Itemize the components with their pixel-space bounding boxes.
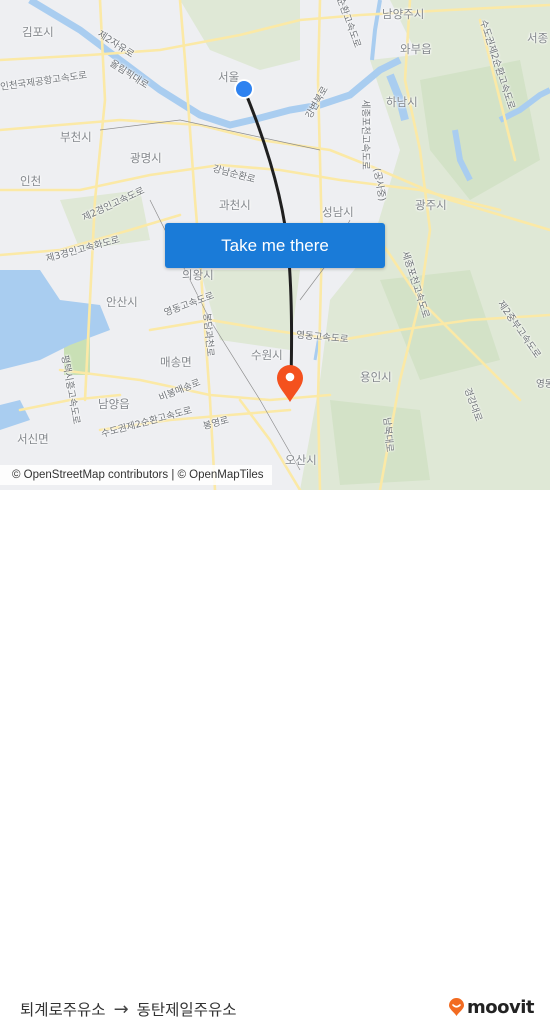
map-view[interactable]: 김포시 서울 남양주시 와부읍 서종 하남시 부천시 광명시 인천 과천시 성남… [0,0,550,490]
moovit-logo[interactable]: moovit [448,997,535,1018]
arrow-right-icon: → [113,998,129,1020]
destination-marker[interactable] [277,365,303,402]
route-summary: 퇴계로주유소 → 동탄제일주유소 [20,998,236,1020]
footer-bar: 퇴계로주유소 → 동탄제일주유소 moovit [0,490,550,1020]
origin-name: 퇴계로주유소 [20,1001,106,1019]
moovit-pin-icon [449,998,464,1016]
destination-name: 동탄제일주유소 [136,1001,237,1019]
origin-marker[interactable] [234,79,254,99]
map-attribution[interactable]: © OpenStreetMap contributors | © OpenMap… [0,465,272,485]
moovit-wordmark: moovit [467,997,535,1018]
take-me-there-button[interactable]: Take me there [165,223,385,268]
